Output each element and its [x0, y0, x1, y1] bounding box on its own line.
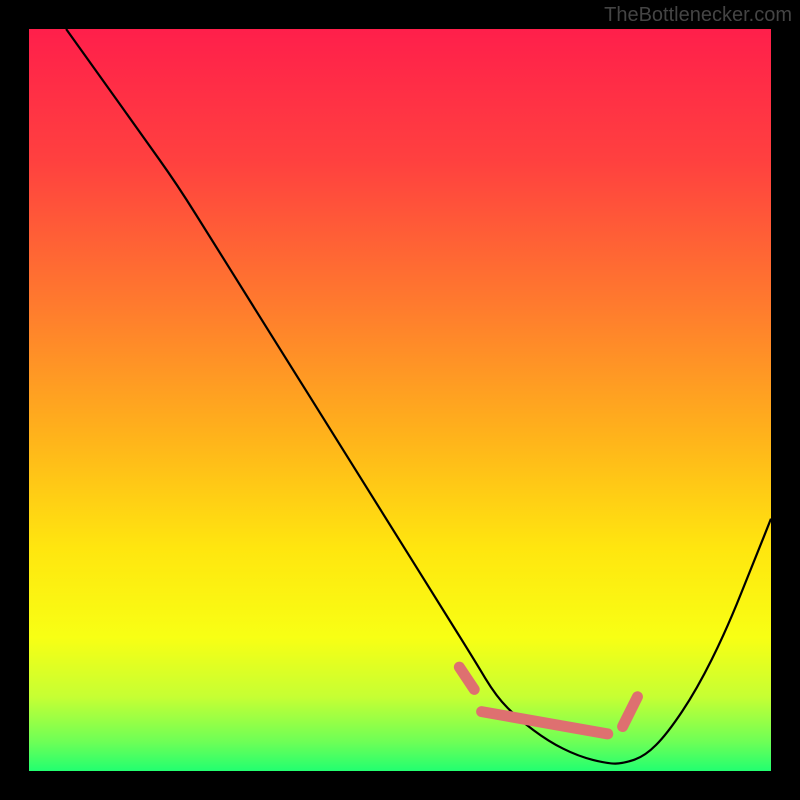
watermark-text: TheBottlenecker.com: [604, 4, 792, 27]
chart-svg: [29, 29, 771, 771]
chart-container: TheBottlenecker.com: [0, 0, 800, 800]
gradient-background: [29, 29, 771, 771]
plot-area: [29, 29, 771, 771]
